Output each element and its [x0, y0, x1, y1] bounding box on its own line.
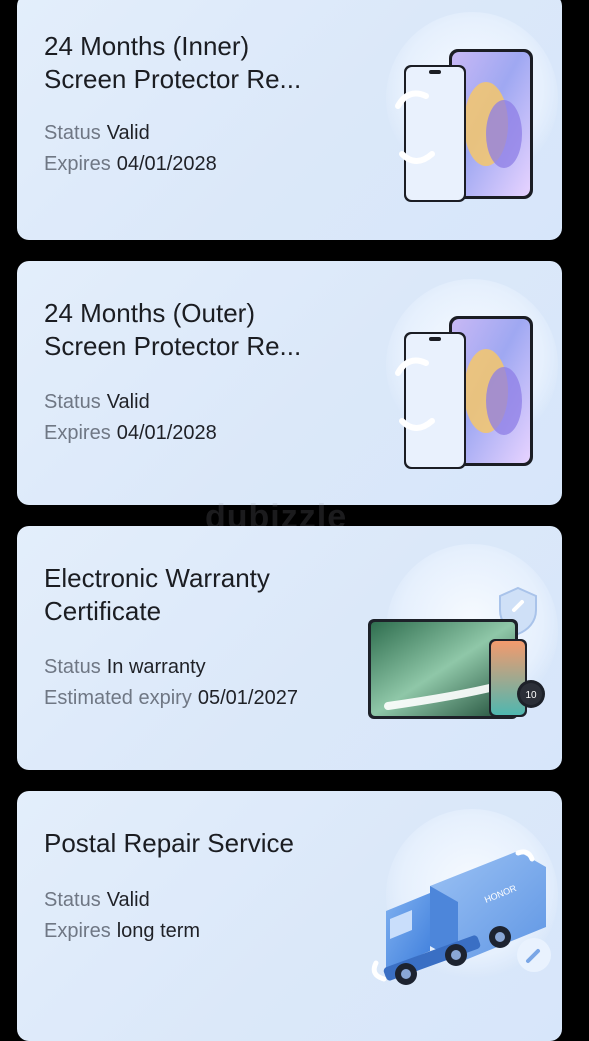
status-label: Status — [44, 391, 101, 413]
expiry-row: Estimated expiry 05/01/2027 — [44, 685, 298, 711]
status-row: Status Valid — [44, 120, 150, 146]
service-card-outer-protector[interactable]: 24 Months (Outer) Screen Protector Re...… — [17, 261, 562, 505]
expiry-row: Expires long term — [44, 918, 200, 944]
expiry-value: long term — [116, 920, 201, 942]
service-card-postal-repair[interactable]: Postal Repair Service Status Valid Expire… — [17, 791, 562, 1041]
status-label: Status — [44, 122, 101, 144]
card-title: 24 Months (Inner) Screen Protector Re... — [44, 31, 302, 94]
expiry-label: Estimated expiry — [44, 687, 192, 709]
expiry-value: 04/01/2028 — [116, 422, 217, 444]
phone-screen-replace-icon — [368, 261, 558, 505]
card-title: Postal Repair Service — [44, 828, 294, 858]
service-card-inner-protector[interactable]: 24 Months (Inner) Screen Protector Re...… — [17, 0, 562, 240]
expiry-value: 05/01/2027 — [197, 687, 298, 709]
expiry-value: 04/01/2028 — [116, 153, 217, 175]
status-value: Valid — [106, 122, 150, 144]
status-value: Valid — [106, 889, 150, 911]
expiry-label: Expires — [44, 422, 111, 444]
service-card-warranty-certificate[interactable]: Electronic Warranty Certificate Status In… — [17, 526, 562, 770]
status-label: Status — [44, 889, 101, 911]
expiry-label: Expires — [44, 920, 111, 942]
watch-time: 10 — [525, 690, 537, 701]
status-row: Status Valid — [44, 887, 150, 913]
status-row: Status In warranty — [44, 654, 206, 680]
expiry-row: Expires 04/01/2028 — [44, 420, 217, 446]
card-title: Electronic Warranty Certificate — [44, 563, 270, 626]
devices-shield-icon: 10 — [368, 526, 558, 770]
status-value: In warranty — [106, 656, 206, 678]
status-row: Status Valid — [44, 389, 150, 415]
status-value: Valid — [106, 391, 150, 413]
delivery-truck-icon: HONOR — [368, 791, 558, 1036]
expiry-row: Expires 04/01/2028 — [44, 151, 217, 177]
status-label: Status — [44, 656, 101, 678]
phone-screen-replace-icon — [368, 0, 558, 239]
expiry-label: Expires — [44, 153, 111, 175]
card-title: 24 Months (Outer) Screen Protector Re... — [44, 298, 302, 361]
